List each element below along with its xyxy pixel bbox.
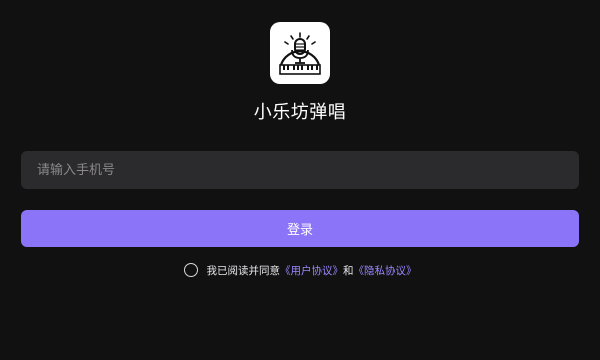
app-name: 小乐坊弹唱 (253, 102, 347, 123)
phone-field[interactable] (21, 151, 579, 189)
phone-input[interactable] (37, 162, 563, 178)
agree-radio[interactable] (183, 263, 198, 277)
user-agreement-link[interactable]: 《用户协议》 (280, 263, 343, 278)
microphone-piano-icon (279, 32, 321, 75)
login-screen: 小乐坊弹唱 登录 我已阅读并同意 《用户协议》 和 《隐私协议》 (0, 0, 600, 360)
app-logo (270, 22, 330, 84)
agreement-conjunction: 和 (343, 264, 354, 277)
agreement-row: 我已阅读并同意 《用户协议》 和 《隐私协议》 (0, 261, 600, 279)
privacy-policy-link[interactable]: 《隐私协议》 (354, 263, 417, 278)
agreement-prefix: 我已阅读并同意 (206, 264, 281, 277)
login-button[interactable]: 登录 (21, 210, 579, 247)
